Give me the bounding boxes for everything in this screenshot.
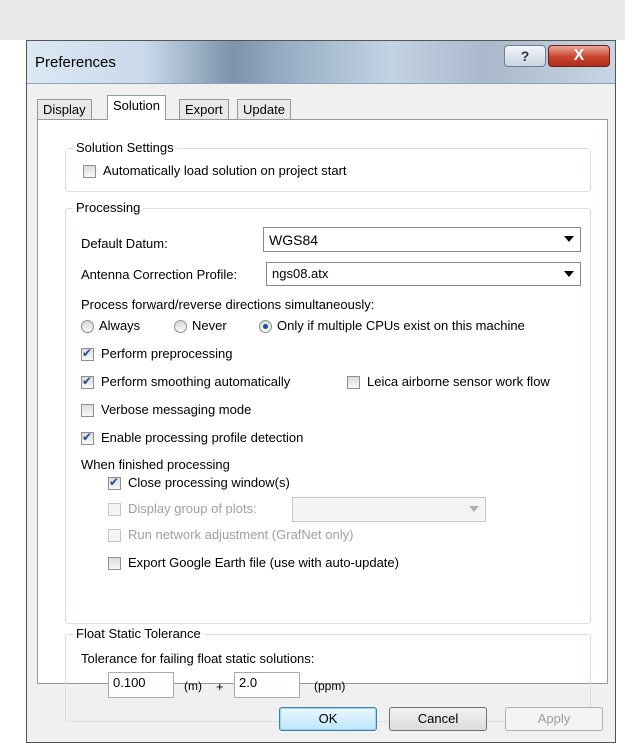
auto-load-label: Automatically load solution on project s… — [103, 163, 347, 178]
tolerance-m-unit: (m) — [184, 679, 202, 693]
preprocessing-label: Perform preprocessing — [101, 346, 233, 361]
default-datum-value: WGS84 — [269, 232, 319, 248]
network-adjust-label: Run network adjustment (GrafNet only) — [128, 527, 354, 542]
window-title: Preferences — [35, 54, 116, 71]
antenna-profile-value: ngs08.atx — [272, 266, 329, 281]
apply-button[interactable]: Apply — [505, 707, 603, 731]
leica-checkbox[interactable] — [347, 376, 360, 389]
radio-always[interactable] — [81, 320, 94, 333]
default-datum-select[interactable]: WGS84 — [263, 227, 581, 252]
radio-never[interactable] — [174, 320, 187, 333]
chevron-down-icon — [564, 271, 574, 277]
tolerance-m-input[interactable]: 0.100 — [108, 672, 174, 698]
radio-multiple-cpus-label: Only if multiple CPUs exist on this mach… — [277, 318, 525, 333]
close-button[interactable]: X — [548, 45, 610, 67]
chevron-down-icon — [564, 236, 574, 242]
profile-detection-checkbox[interactable] — [81, 430, 94, 445]
google-earth-label: Export Google Earth file (use with auto-… — [128, 555, 399, 570]
cancel-button[interactable]: Cancel — [389, 707, 487, 731]
desktop-background — [0, 0, 625, 40]
default-datum-label: Default Datum: — [81, 236, 168, 251]
tab-update[interactable]: Update — [237, 99, 291, 120]
display-plots-checkbox[interactable] — [108, 503, 121, 516]
network-adjust-checkbox[interactable] — [108, 529, 121, 542]
tab-solution[interactable]: Solution — [107, 95, 166, 120]
auto-load-checkbox[interactable] — [83, 165, 96, 178]
leica-label: Leica airborne sensor work flow — [367, 374, 550, 389]
tab-display[interactable]: Display — [37, 99, 92, 120]
tab-export[interactable]: Export — [179, 99, 229, 120]
solution-tab-panel: Solution Settings Automatically load sol… — [37, 119, 608, 722]
float-static-legend: Float Static Tolerance — [73, 626, 204, 641]
processing-group: Processing Default Datum: WGS84 Antenna … — [65, 200, 591, 624]
antenna-profile-select[interactable]: ngs08.atx — [266, 262, 581, 286]
preferences-dialog: Preferences ? X Display Solution Export … — [26, 40, 616, 743]
chevron-down-icon — [469, 506, 479, 512]
profile-detection-label: Enable processing profile detection — [101, 430, 304, 445]
tolerance-ppm-unit: (ppm) — [314, 679, 346, 693]
processing-legend: Processing — [73, 200, 144, 215]
radio-always-label: Always — [99, 318, 141, 333]
preprocessing-checkbox[interactable] — [81, 346, 94, 361]
title-bar[interactable]: Preferences ? X — [27, 41, 615, 84]
plus-sign: + — [216, 679, 224, 694]
radio-never-label: Never — [192, 318, 227, 333]
smoothing-label: Perform smoothing automatically — [101, 374, 291, 389]
google-earth-checkbox[interactable] — [108, 557, 121, 570]
help-button[interactable]: ? — [504, 45, 546, 67]
ok-button[interactable]: OK — [279, 707, 377, 731]
close-windows-checkbox[interactable] — [108, 475, 121, 490]
smoothing-checkbox[interactable] — [81, 374, 94, 389]
antenna-profile-label: Antenna Correction Profile: — [81, 267, 238, 282]
verbose-label: Verbose messaging mode — [101, 402, 252, 417]
solution-settings-legend: Solution Settings — [73, 140, 177, 155]
solution-settings-group: Solution Settings Automatically load sol… — [65, 140, 591, 192]
display-plots-label: Display group of plots: — [128, 501, 257, 516]
tolerance-ppm-input[interactable]: 2.0 — [234, 672, 300, 698]
plots-group-select[interactable] — [292, 497, 486, 522]
verbose-checkbox[interactable] — [81, 404, 94, 417]
direction-label: Process forward/reverse directions simul… — [81, 297, 375, 312]
close-windows-label: Close processing window(s) — [128, 475, 290, 490]
when-finished-label: When finished processing — [81, 457, 230, 472]
radio-multiple-cpus[interactable] — [259, 320, 272, 333]
float-static-label: Tolerance for failing float static solut… — [81, 651, 315, 666]
